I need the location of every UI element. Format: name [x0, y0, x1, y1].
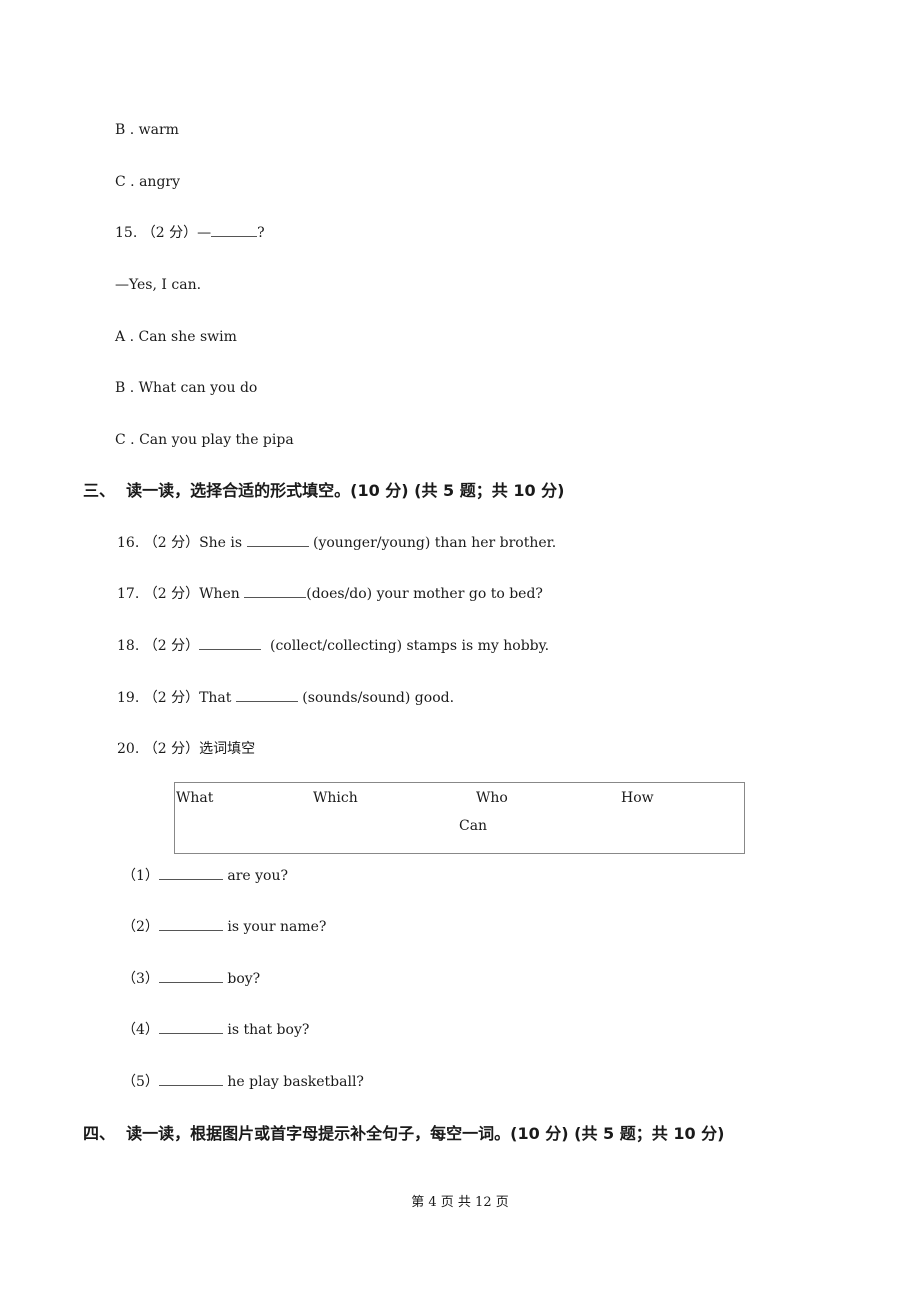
word-bank-item: How [621, 790, 654, 806]
answer-blank[interactable] [211, 224, 258, 237]
answer-blank[interactable] [246, 534, 309, 547]
section-4-title: 四、 读一读，根据图片或首字母提示补全句子，每空一词。(10 分) (共 5 题… [83, 1124, 725, 1143]
answer-blank[interactable] [158, 1021, 223, 1034]
option-a: A . Can she swim [115, 329, 237, 345]
question-16: 16. （2 分）She is (younger/young) than her… [117, 534, 557, 551]
option-c: C . Can you play the pipa [115, 432, 294, 448]
section-3-title: 三、 读一读，选择合适的形式填空。(10 分) (共 5 题；共 10 分) [83, 481, 565, 500]
question-15-response: —Yes, I can. [115, 277, 202, 293]
answer-blank[interactable] [235, 689, 298, 702]
question-19: 19. （2 分）That (sounds/sound) good. [117, 689, 455, 706]
word-bank-box: What Which Who How Can [174, 782, 745, 854]
question-17: 17. （2 分）When (does/do) your mother go t… [117, 585, 543, 602]
answer-blank[interactable] [158, 1073, 223, 1086]
answer-blank[interactable] [199, 637, 262, 650]
answer-blank[interactable] [158, 970, 223, 983]
answer-blank[interactable] [158, 918, 223, 931]
fill-item-5: （5） he play basketball? [122, 1073, 364, 1090]
fill-item-2: （2） is your name? [122, 918, 327, 935]
word-bank-item: What [176, 790, 214, 806]
question-18: 18. （2 分） (collect/collecting) stamps is… [117, 637, 550, 654]
word-bank-item: Which [313, 790, 358, 806]
question-20: 20. （2 分）选词填空 [117, 741, 256, 757]
option-b-prev: B . warm [115, 122, 179, 138]
word-bank-item: Who [476, 790, 508, 806]
option-c-prev: C . angry [115, 174, 181, 190]
answer-blank[interactable] [244, 585, 307, 598]
fill-item-3: （3） boy? [122, 970, 261, 987]
word-bank-item: Can [459, 818, 488, 834]
question-15: 15. （2 分）—? [115, 224, 265, 241]
fill-item-1: （1） are you? [122, 867, 289, 884]
answer-blank[interactable] [158, 867, 223, 880]
page-number: 第 4 页 共 12 页 [411, 1195, 509, 1210]
option-b: B . What can you do [115, 380, 258, 396]
fill-item-4: （4） is that boy? [122, 1021, 310, 1038]
